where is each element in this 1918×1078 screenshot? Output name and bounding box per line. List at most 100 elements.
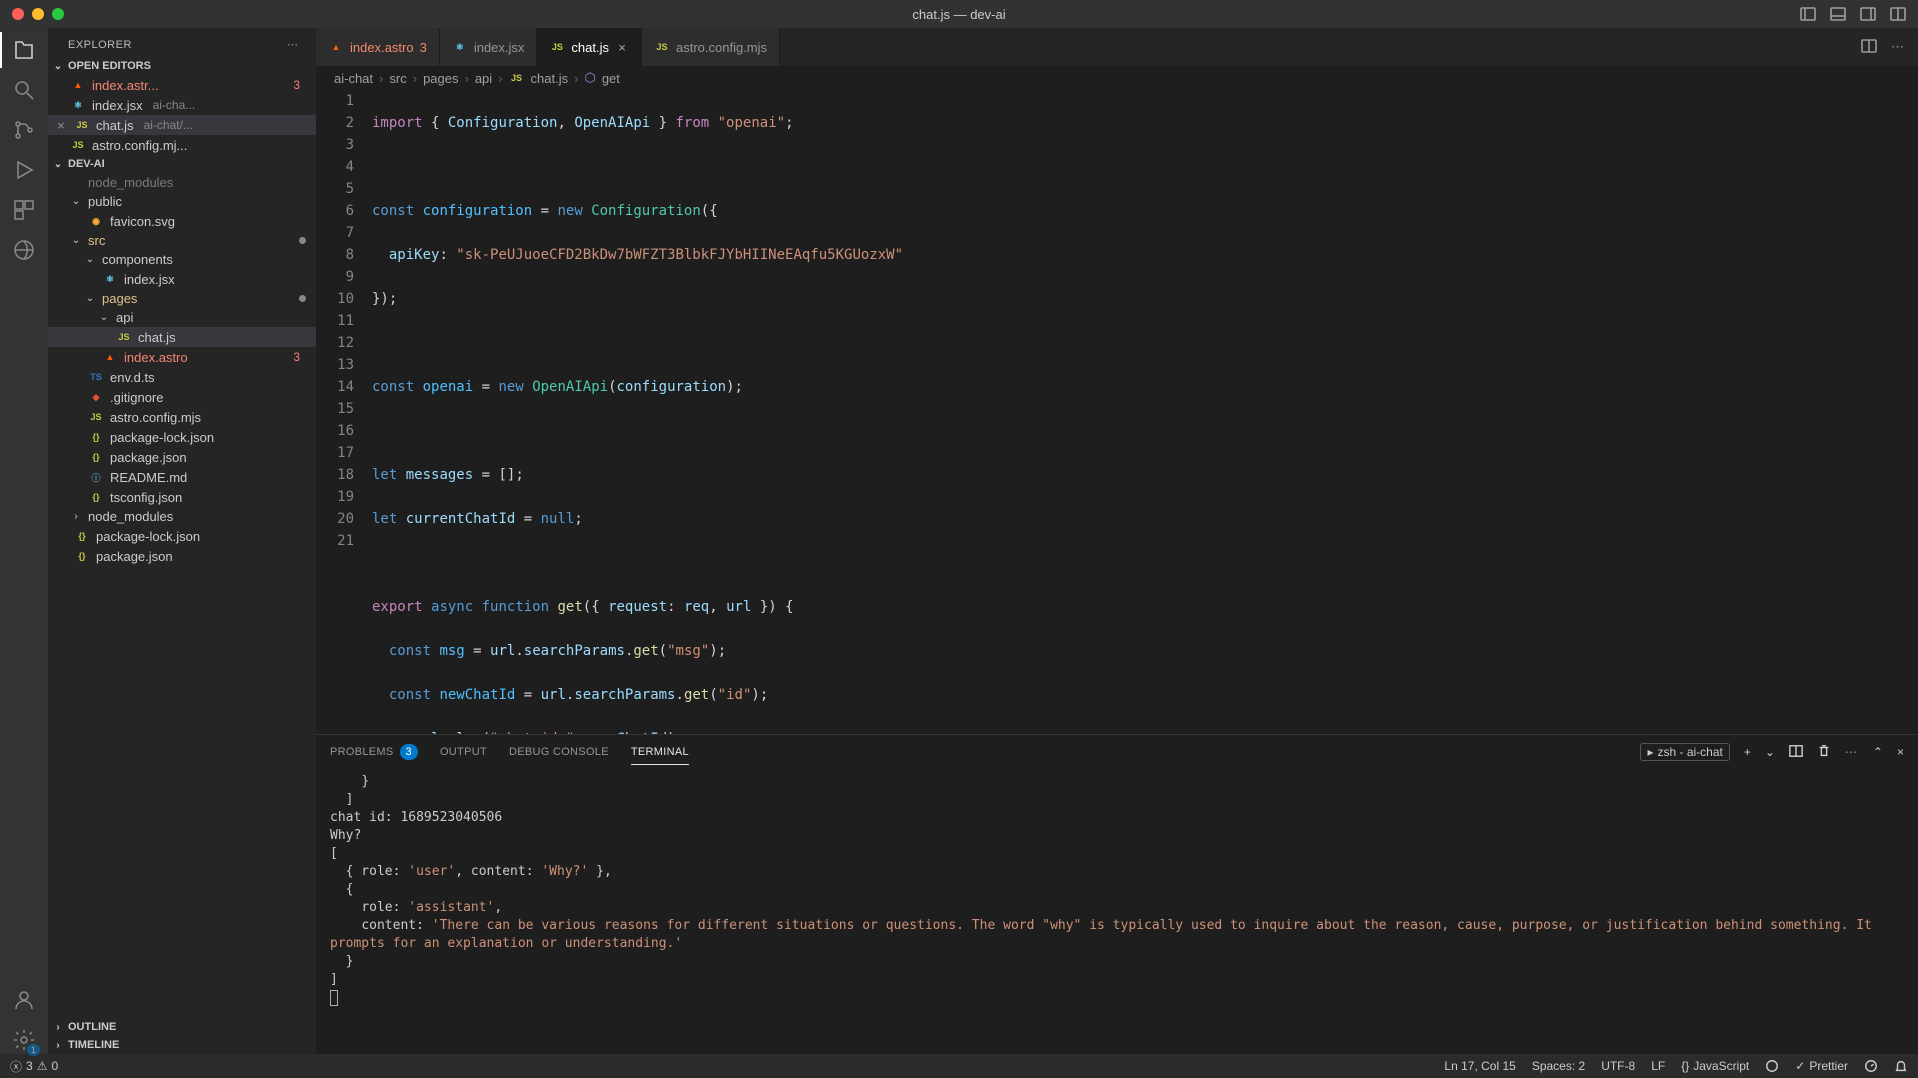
chevron-down-icon: ⌄ bbox=[70, 196, 82, 207]
close-icon[interactable]: × bbox=[615, 40, 629, 55]
open-editor-item[interactable]: JS astro.config.mj... bbox=[48, 135, 316, 155]
chevron-down-icon: ⌄ bbox=[52, 61, 64, 72]
minimize-window-button[interactable] bbox=[32, 8, 44, 20]
file-name: index.astr... bbox=[92, 78, 158, 93]
split-terminal-icon[interactable] bbox=[1789, 744, 1803, 761]
terminal-tab[interactable]: TERMINAL bbox=[631, 740, 689, 765]
prettier-status[interactable]: ✓Prettier bbox=[1795, 1059, 1848, 1073]
remote-icon[interactable] bbox=[10, 236, 38, 264]
tab-chat-js[interactable]: JSchat.js× bbox=[537, 28, 642, 66]
tab-label: astro.config.mjs bbox=[676, 40, 767, 55]
breadcrumb[interactable]: ai-chat› src› pages› api› JSchat.js› ⬡ge… bbox=[316, 66, 1918, 90]
breadcrumb-item[interactable]: src bbox=[389, 71, 406, 86]
source-control-icon[interactable] bbox=[10, 116, 38, 144]
file-row[interactable]: {}package.json bbox=[48, 447, 316, 467]
new-terminal-icon[interactable]: + bbox=[1744, 745, 1751, 759]
folder-name: src bbox=[88, 233, 105, 248]
live-share-icon[interactable] bbox=[1765, 1059, 1779, 1073]
breadcrumb-item[interactable]: chat.js bbox=[531, 71, 569, 86]
maximize-window-button[interactable] bbox=[52, 8, 64, 20]
open-editors-header[interactable]: ⌄ OPEN EDITORS bbox=[48, 57, 316, 75]
file-row[interactable]: JSastro.config.mjs bbox=[48, 407, 316, 427]
split-editor-icon[interactable] bbox=[1861, 38, 1877, 57]
feedback-icon[interactable] bbox=[1864, 1059, 1878, 1073]
folder-row[interactable]: ⌄components bbox=[48, 250, 316, 269]
file-row[interactable]: ◉favicon.svg bbox=[48, 211, 316, 231]
file-row[interactable]: {}package-lock.json bbox=[48, 526, 316, 546]
folder-row[interactable]: ⌄public bbox=[48, 192, 316, 211]
tab-index-jsx[interactable]: ⚛index.jsx bbox=[440, 28, 538, 66]
code-editor[interactable]: 123456789101112131415161718192021 import… bbox=[316, 90, 1918, 734]
file-row[interactable]: JSchat.js bbox=[48, 327, 316, 347]
file-row[interactable]: {}tsconfig.json bbox=[48, 487, 316, 507]
folder-row[interactable]: ⌄src bbox=[48, 231, 316, 250]
terminal-output[interactable]: } ] chat id: 1689523040506 Why? [ { role… bbox=[316, 769, 1918, 1054]
folder-row[interactable]: ⌄pages bbox=[48, 289, 316, 308]
tab-index-astro[interactable]: ▲index.astro3 bbox=[316, 28, 440, 66]
breadcrumb-item[interactable]: ai-chat bbox=[334, 71, 373, 86]
breadcrumb-item[interactable]: pages bbox=[423, 71, 458, 86]
search-icon[interactable] bbox=[10, 76, 38, 104]
error-badge: 3 bbox=[293, 78, 308, 92]
file-row[interactable]: ⚛index.jsx bbox=[48, 269, 316, 289]
explorer-icon[interactable] bbox=[10, 36, 38, 64]
timeline-header[interactable]: ›TIMELINE bbox=[48, 1036, 316, 1054]
tab-astro-config[interactable]: JSastro.config.mjs bbox=[642, 28, 780, 66]
settings-gear-icon[interactable]: 1 bbox=[10, 1026, 38, 1054]
debug-console-tab[interactable]: DEBUG CONSOLE bbox=[509, 740, 609, 764]
trash-icon[interactable] bbox=[1817, 744, 1831, 761]
terminal-selector[interactable]: ▸zsh - ai-chat bbox=[1640, 743, 1729, 761]
tab-actions: ⋯ bbox=[1849, 28, 1918, 66]
indentation-status[interactable]: Spaces: 2 bbox=[1532, 1059, 1585, 1073]
modified-dot-icon bbox=[299, 237, 306, 244]
layout-icon[interactable] bbox=[1890, 6, 1906, 22]
json-file-icon: {} bbox=[88, 449, 104, 465]
run-debug-icon[interactable] bbox=[10, 156, 38, 184]
bell-icon[interactable] bbox=[1894, 1059, 1908, 1073]
breadcrumb-item[interactable]: api bbox=[475, 71, 492, 86]
breadcrumb-item[interactable]: get bbox=[602, 71, 620, 86]
terminal-dropdown-icon[interactable]: ⌄ bbox=[1765, 745, 1775, 759]
jsx-file-icon: ⚛ bbox=[102, 271, 118, 287]
file-row[interactable]: ⓘREADME.md bbox=[48, 467, 316, 487]
folder-name: api bbox=[116, 310, 133, 325]
open-editor-item[interactable]: ▲ index.astr... 3 bbox=[48, 75, 316, 95]
cursor-position[interactable]: Ln 17, Col 15 bbox=[1444, 1059, 1515, 1073]
folder-row[interactable]: ⌄api bbox=[48, 308, 316, 327]
project-header[interactable]: ⌄ DEV-AI bbox=[48, 155, 316, 173]
maximize-panel-icon[interactable]: ⌃ bbox=[1873, 745, 1883, 759]
editor-tabs: ▲index.astro3 ⚛index.jsx JSchat.js× JSas… bbox=[316, 28, 1918, 66]
js-file-icon: JS bbox=[88, 409, 104, 425]
code-content[interactable]: import { Configuration, OpenAIApi } from… bbox=[372, 90, 1918, 734]
language-mode[interactable]: {}JavaScript bbox=[1681, 1059, 1749, 1073]
eol-status[interactable]: LF bbox=[1651, 1059, 1665, 1073]
errors-status[interactable]: ⓧ3⚠0 bbox=[10, 1058, 58, 1075]
folder-row[interactable]: ›node_modules bbox=[48, 507, 316, 526]
close-icon[interactable]: × bbox=[54, 118, 68, 133]
file-row[interactable]: ▲index.astro3 bbox=[48, 347, 316, 367]
panel-left-icon[interactable] bbox=[1800, 6, 1816, 22]
output-tab[interactable]: OUTPUT bbox=[440, 740, 487, 764]
open-editor-item[interactable]: ⚛ index.jsx ai-cha... bbox=[48, 95, 316, 115]
astro-file-icon: ▲ bbox=[102, 349, 118, 365]
file-row[interactable]: {}package-lock.json bbox=[48, 427, 316, 447]
sidebar-more-icon[interactable]: ⋯ bbox=[287, 38, 300, 51]
close-panel-icon[interactable]: × bbox=[1897, 745, 1904, 759]
encoding-status[interactable]: UTF-8 bbox=[1601, 1059, 1635, 1073]
close-window-button[interactable] bbox=[12, 8, 24, 20]
folder-row[interactable]: node_modules bbox=[48, 173, 316, 192]
more-icon[interactable]: ⋯ bbox=[1845, 745, 1859, 759]
file-row[interactable]: TSenv.d.ts bbox=[48, 367, 316, 387]
outline-header[interactable]: ›OUTLINE bbox=[48, 1018, 316, 1036]
panel-bottom-icon[interactable] bbox=[1830, 6, 1846, 22]
problems-tab[interactable]: PROBLEMS3 bbox=[330, 738, 418, 766]
folder-name: node_modules bbox=[88, 175, 173, 190]
file-row[interactable]: {}package.json bbox=[48, 546, 316, 566]
more-actions-icon[interactable]: ⋯ bbox=[1891, 39, 1906, 55]
account-icon[interactable] bbox=[10, 986, 38, 1014]
open-editor-item[interactable]: × JS chat.js ai-chat/... bbox=[48, 115, 316, 135]
extensions-icon[interactable] bbox=[10, 196, 38, 224]
panel-right-icon[interactable] bbox=[1860, 6, 1876, 22]
symbol-icon: ⬡ bbox=[584, 70, 595, 86]
file-row[interactable]: ◆.gitignore bbox=[48, 387, 316, 407]
